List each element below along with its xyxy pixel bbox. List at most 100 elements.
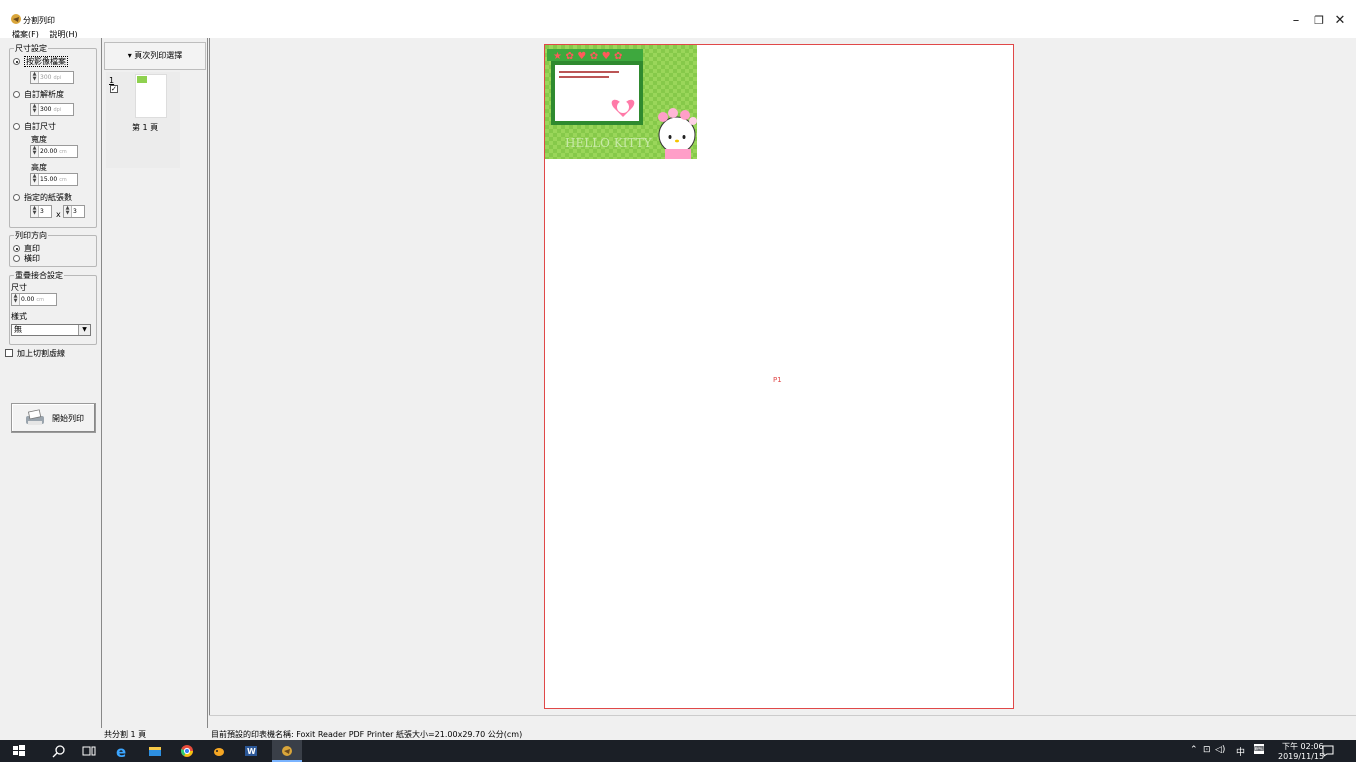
overlap-size-label: 尺寸: [11, 283, 27, 292]
hello-kitty-image: ★ ✿ ♥ ✿ ♥ ✿ HELLO KITTY: [545, 45, 697, 159]
preview-page[interactable]: ★ ✿ ♥ ✿ ♥ ✿ HELLO KITTY P1: [544, 44, 1014, 709]
spinner-arrows-icon[interactable]: ▲ ▼: [31, 206, 39, 217]
checkbox-box[interactable]: [5, 349, 13, 357]
style-label: 樣式: [11, 312, 27, 321]
ime-indicator[interactable]: 中: [1236, 745, 1245, 758]
printer-info: 目前預設的印表機名稱: Foxit Reader PDF Printer 紙張大…: [211, 730, 523, 739]
width-value: 20.00: [40, 148, 58, 155]
resolution-spinner[interactable]: ▲ ▼ 300 dpi: [30, 103, 74, 116]
columns-value: 3: [40, 208, 44, 215]
volume-icon[interactable]: ◁): [1215, 745, 1225, 755]
spinner-arrows-icon[interactable]: ▲ ▼: [31, 104, 39, 115]
overlap-size-spinner[interactable]: ▲ ▼ 0.00 cm: [11, 293, 57, 306]
spinner-arrows-icon[interactable]: ▲ ▼: [64, 206, 72, 217]
custom-size-radio[interactable]: 自訂尺寸: [13, 121, 56, 132]
spinner-arrows-icon[interactable]: ▲ ▼: [31, 146, 39, 157]
preview-canvas[interactable]: ★ ✿ ♥ ✿ ♥ ✿ HELLO KITTY P1: [209, 38, 1356, 715]
cut-lines-checkbox[interactable]: 加上切割虛線: [5, 348, 65, 359]
radio-dot-icon: [13, 58, 20, 65]
search-icon[interactable]: [52, 744, 66, 758]
custom-resolution-radio[interactable]: 自訂解析度: [13, 89, 64, 100]
radio-dot-icon: [13, 255, 20, 262]
width-unit: cm: [59, 148, 67, 155]
landscape-radio[interactable]: 橫印: [13, 253, 40, 264]
width-label: 寬度: [31, 135, 47, 144]
taskbar: e W ⌃ ⊡ ◁) 中 ⌨ 下午 02:06 2019/11/15: [0, 740, 1356, 762]
svg-text:e: e: [116, 744, 126, 758]
height-spinner[interactable]: ▲ ▼ 15.00 cm: [30, 173, 78, 186]
active-app-tab[interactable]: [272, 740, 302, 762]
orientation-group: 列印方向 直印 橫印: [9, 230, 97, 267]
thumbnail-image-icon: [137, 76, 147, 83]
columns-spinner[interactable]: ▲ ▼ 3: [30, 205, 52, 218]
overlap-size-value: 0.00: [21, 296, 35, 303]
image-dpi-unit: dpi: [53, 74, 62, 81]
task-view-icon[interactable]: [82, 744, 96, 758]
app-icon: [11, 14, 21, 24]
bird-app-icon[interactable]: [212, 744, 226, 758]
overlap-legend: 重疊接合設定: [14, 270, 64, 281]
resolution-value: 300: [40, 106, 52, 113]
custom-resolution-label: 自訂解析度: [24, 90, 64, 99]
split-print-app-icon: [282, 746, 292, 756]
page-count-radio[interactable]: 指定的紙張數: [13, 192, 72, 203]
rows-spinner[interactable]: ▲ ▼ 3: [63, 205, 85, 218]
page-select-panel: ▾ 頁次列印選擇 1 ✓ 第 1 頁: [101, 38, 208, 728]
custom-size-label: 自訂尺寸: [24, 122, 56, 131]
minimize-button[interactable]: –: [1286, 13, 1306, 28]
cut-lines-label: 加上切割虛線: [17, 349, 65, 358]
chevron-down-icon[interactable]: ▼: [78, 325, 90, 335]
height-label: 高度: [31, 163, 47, 172]
size-settings-legend: 尺寸設定: [14, 43, 48, 54]
radio-dot-icon: [13, 245, 20, 252]
by-image-radio[interactable]: 按影像檔案: [13, 56, 68, 67]
chrome-icon[interactable]: [180, 744, 194, 758]
radio-dot-icon: [13, 91, 20, 98]
width-spinner[interactable]: ▲ ▼ 20.00 cm: [30, 145, 78, 158]
network-icon[interactable]: ⊡: [1203, 745, 1211, 755]
radio-dot-icon: [13, 123, 20, 130]
style-value: 無: [14, 325, 22, 334]
page-label: P1: [773, 376, 782, 384]
image-dpi-spinner: ▲ ▼ 300 dpi: [30, 71, 74, 84]
start-print-button[interactable]: 開始列印: [11, 403, 96, 433]
close-button[interactable]: ✕: [1330, 13, 1350, 28]
preview-image: ★ ✿ ♥ ✿ ♥ ✿ HELLO KITTY: [545, 45, 697, 159]
word-icon[interactable]: W: [244, 744, 258, 758]
page-index: 1: [109, 76, 115, 85]
overlap-group: 重疊接合設定 尺寸 ▲ ▼ 0.00 cm 樣式 無 ▼: [9, 270, 97, 345]
clock-time[interactable]: 下午 02:06: [1282, 741, 1324, 752]
tray-chevron-icon[interactable]: ⌃: [1190, 745, 1198, 755]
svg-text:★ ✿ ♥ ✿ ♥ ✿: ★ ✿ ♥ ✿ ♥ ✿: [553, 51, 622, 62]
restore-button[interactable]: ❐: [1309, 14, 1329, 27]
landscape-label: 橫印: [24, 254, 40, 263]
page-caption: 第 1 頁: [132, 123, 159, 132]
notifications-icon[interactable]: [1321, 744, 1335, 758]
page-thumbnail-item[interactable]: 1 ✓ 第 1 頁: [106, 72, 180, 168]
height-unit: cm: [59, 176, 67, 183]
image-caption: HELLO KITTY: [565, 136, 653, 150]
rows-value: 3: [73, 208, 77, 215]
file-explorer-icon[interactable]: [148, 744, 162, 758]
clock-date[interactable]: 2019/11/15: [1278, 752, 1324, 761]
page-thumbnail[interactable]: [135, 74, 167, 118]
times-label: x: [56, 210, 61, 219]
status-bar: 共分割 1 頁 目前預設的印表機名稱: Foxit Reader PDF Pri…: [0, 728, 1356, 740]
size-settings-group: 尺寸設定 按影像檔案 ▲ ▼ 300 dpi 自訂解析度 ▲ ▼ 300 dpi 自訂尺寸 …: [9, 43, 97, 228]
spinner-arrows-icon[interactable]: ▲ ▼: [12, 294, 20, 305]
printer-icon: [26, 409, 44, 425]
spinner-arrows-icon: ▲ ▼: [31, 72, 39, 83]
pages-total: 共分割 1 頁: [104, 730, 147, 739]
image-dpi-value: 300: [40, 74, 52, 81]
style-select[interactable]: 無 ▼: [11, 324, 91, 336]
edge-browser-icon[interactable]: e: [116, 744, 130, 758]
orientation-legend: 列印方向: [14, 230, 48, 241]
horizontal-scrollbar[interactable]: [209, 715, 1356, 727]
settings-panel: 尺寸設定 按影像檔案 ▲ ▼ 300 dpi 自訂解析度 ▲ ▼ 300 dpi 自訂尺寸 …: [0, 38, 101, 728]
spinner-arrows-icon[interactable]: ▲ ▼: [31, 174, 39, 185]
windows-start-icon[interactable]: [12, 744, 26, 758]
input-method-icon[interactable]: ⌨: [1254, 744, 1264, 754]
window-title: 分割列印: [23, 16, 55, 25]
page-select-header[interactable]: ▾ 頁次列印選擇: [104, 42, 206, 70]
page-select-checkbox[interactable]: ✓: [110, 85, 118, 93]
